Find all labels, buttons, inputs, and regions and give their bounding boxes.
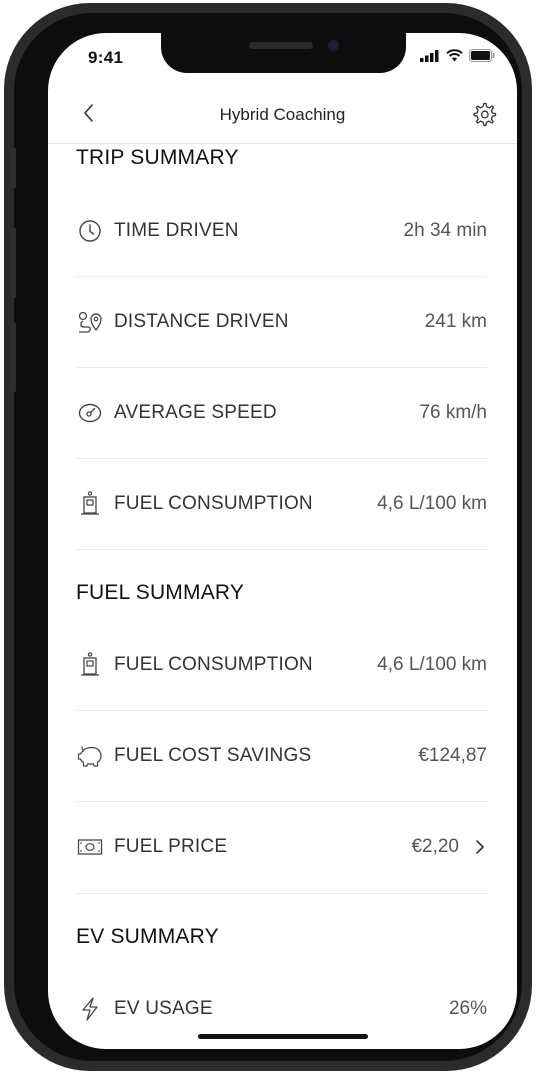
average-speed-value: 76 km/h (419, 402, 487, 423)
fuel-cost-savings-value: €124,87 (418, 745, 487, 766)
banknote-icon (77, 839, 103, 855)
fuel-cost-savings-label: FUEL COST SAVINGS (114, 745, 312, 766)
status-time: 9:41 (88, 48, 124, 67)
gear-icon[interactable] (471, 101, 497, 127)
fuel-consumption-value: 4,6 L/100 km (377, 654, 487, 675)
piggy-bank-icon (77, 746, 102, 767)
time-driven-value: 2h 34 min (403, 220, 487, 241)
fuel-pump-icon (81, 652, 99, 676)
fuel-price-value: €2,20 (411, 836, 459, 857)
fuel-price-label: FUEL PRICE (114, 836, 228, 857)
fuel-pump-icon (81, 491, 99, 515)
trip-row-distance-driven: DISTANCE DRIVEN 241 km (76, 277, 487, 368)
header-divider (48, 143, 517, 144)
speaker-grille (249, 42, 313, 49)
section-divider (76, 893, 487, 894)
fuel-consumption-label: FUEL CONSUMPTION (114, 493, 313, 514)
fuel-consumption-value: 4,6 L/100 km (377, 493, 487, 514)
fuel-row-cost-savings: FUEL COST SAVINGS €124,87 (76, 711, 487, 802)
fuel-row-fuel-price[interactable]: FUEL PRICE €2,20 (76, 802, 487, 892)
lightning-icon (82, 997, 98, 1021)
route-pin-icon (78, 311, 102, 333)
section-divider (76, 549, 487, 550)
home-indicator[interactable] (198, 1034, 368, 1039)
ev-usage-label: EV USAGE (114, 998, 213, 1019)
navigation-header: Hybrid Coaching (48, 97, 517, 143)
volume-down-button (10, 322, 16, 392)
page-title: Hybrid Coaching (219, 105, 346, 124)
app-screen: 9:41 Hybrid Coaching TRIP SUMMARY TIME D… (48, 33, 517, 1049)
trip-row-time-driven: TIME DRIVEN 2h 34 min (76, 186, 487, 277)
fuel-row-fuel-consumption: FUEL CONSUMPTION 4,6 L/100 km (76, 620, 487, 711)
signal-icon (420, 50, 439, 62)
trip-row-fuel-consumption: FUEL CONSUMPTION 4,6 L/100 km (76, 459, 487, 549)
front-camera (328, 40, 339, 51)
mute-switch (10, 148, 16, 188)
notch (161, 33, 406, 73)
speedometer-icon (78, 403, 102, 423)
distance-driven-value: 241 km (424, 311, 487, 332)
time-driven-label: TIME DRIVEN (114, 220, 239, 241)
trip-row-average-speed: AVERAGE SPEED 76 km/h (76, 368, 487, 459)
volume-up-button (10, 228, 16, 298)
chevron-right-icon[interactable] (473, 838, 487, 856)
distance-driven-label: DISTANCE DRIVEN (114, 311, 289, 332)
status-icons (420, 49, 495, 62)
wifi-icon (446, 49, 463, 62)
ev-usage-value: 26% (448, 998, 487, 1019)
clock-icon (79, 220, 101, 242)
fuel-consumption-label: FUEL CONSUMPTION (114, 654, 313, 675)
ev-summary-title: EV SUMMARY (76, 925, 219, 948)
average-speed-label: AVERAGE SPEED (114, 402, 277, 423)
battery-icon (469, 49, 495, 62)
trip-summary-title: TRIP SUMMARY (76, 146, 239, 169)
fuel-summary-title: FUEL SUMMARY (76, 581, 245, 604)
